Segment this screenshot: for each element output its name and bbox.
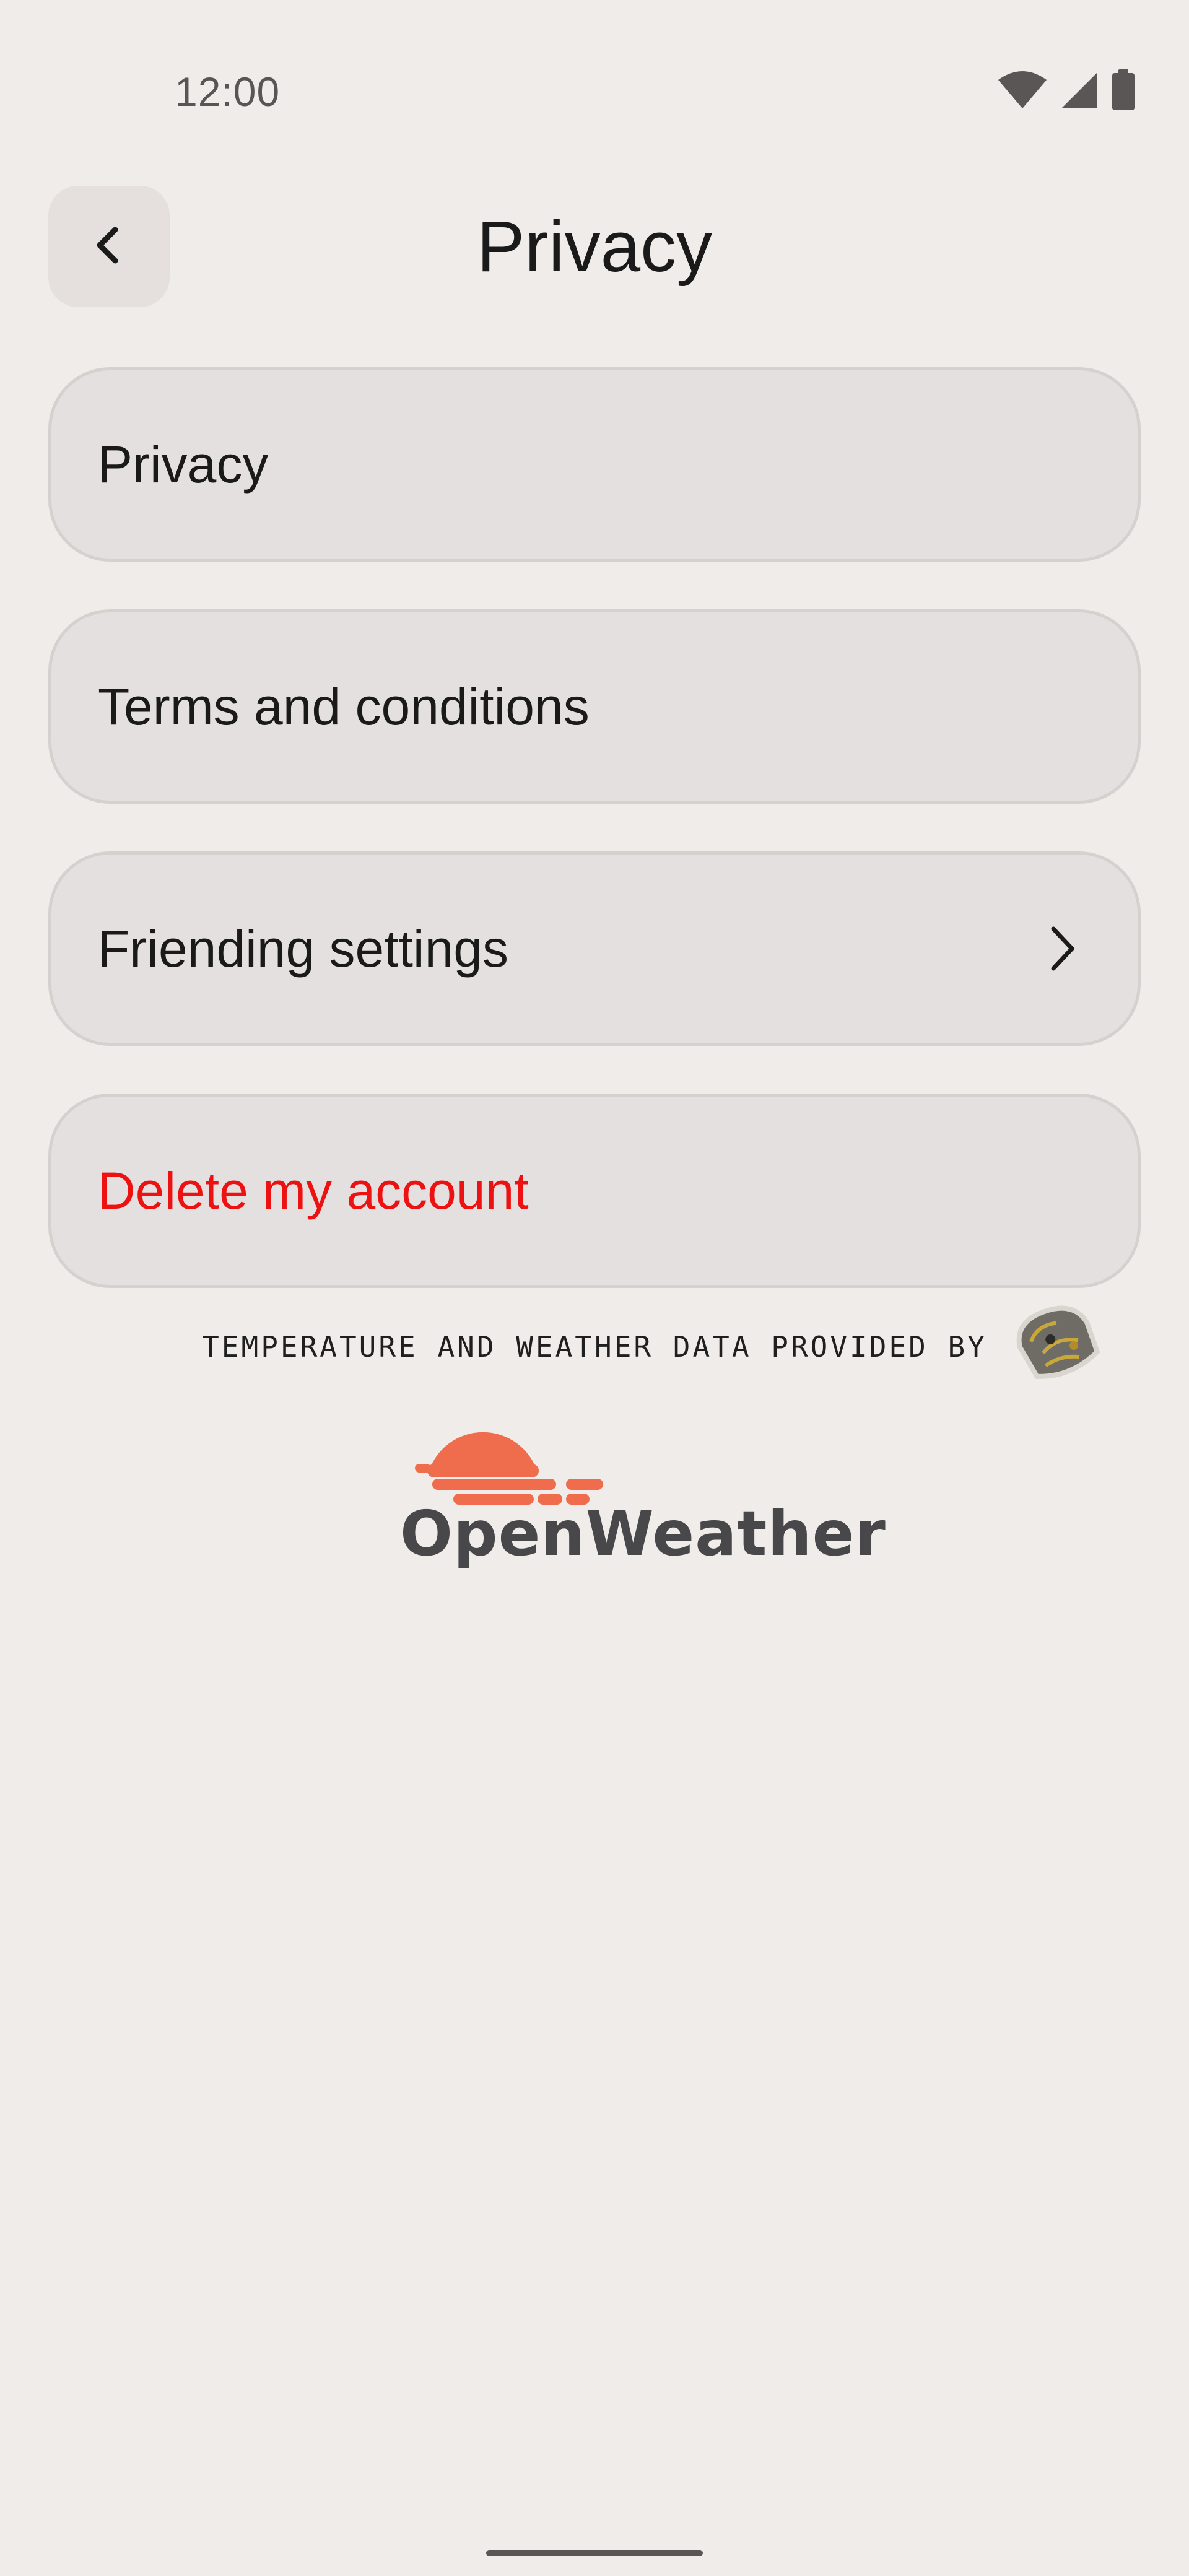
sticker-image [1003, 1294, 1108, 1393]
menu-item-label: Terms and conditions [98, 677, 590, 736]
menu-item-label: Delete my account [98, 1162, 529, 1220]
status-time: 12:00 [175, 69, 281, 115]
menu-item-friending-settings[interactable]: Friending settings [48, 851, 1141, 1046]
attribution-text: TEMPERATURE AND WEATHER DATA PROVIDED BY [202, 1330, 987, 1364]
page-title: Privacy [476, 206, 713, 287]
status-icons [997, 69, 1136, 111]
menu-item-terms-and-conditions[interactable]: Terms and conditions [48, 609, 1141, 804]
openweather-logo: OpenWeather [396, 1404, 886, 1572]
chevron-right-icon [1043, 924, 1081, 977]
menu-item-label: Friending settings [98, 920, 509, 978]
back-button[interactable] [48, 186, 170, 307]
cell-signal-icon [1060, 71, 1099, 110]
battery-icon [1111, 69, 1136, 111]
chevron-left-icon [90, 224, 128, 270]
menu-item-delete-account[interactable]: Delete my account [48, 1094, 1141, 1288]
menu-item-privacy[interactable]: Privacy [48, 367, 1141, 562]
status-bar: 12:00 [0, 0, 1189, 124]
settings-menu: Privacy Terms and conditions Friending s… [48, 367, 1141, 1336]
wifi-icon [997, 71, 1048, 110]
home-indicator[interactable] [486, 2550, 703, 2556]
sun-logo-icon [415, 1432, 603, 1505]
menu-item-label: Privacy [98, 435, 269, 494]
openweather-wordmark: OpenWeather [400, 1497, 886, 1570]
header: Privacy [0, 186, 1189, 307]
